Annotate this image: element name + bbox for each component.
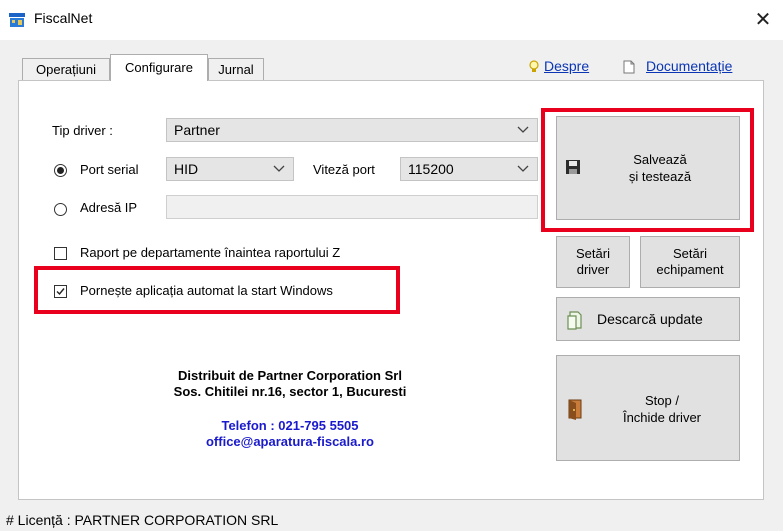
port-value: HID (174, 161, 199, 177)
tab-operatiuni[interactable]: Operațiuni (22, 58, 110, 80)
distributor-phone: Telefon : 021-795 5505 (221, 418, 359, 433)
radio-dot (57, 167, 64, 174)
tab-jurnal[interactable]: Jurnal (208, 58, 264, 80)
close-button[interactable]: ✕ (748, 6, 778, 34)
report-dept-checkbox[interactable] (54, 247, 67, 260)
distributor-name: Distribuit de Partner Corporation Srl (178, 368, 402, 383)
distributor-email: office@aparatura-fiscala.ro (205, 434, 374, 449)
driver-type-label: Tip driver : (52, 123, 113, 138)
lightbulb-icon (528, 60, 540, 74)
stop-close-driver-button[interactable]: Stop / Închide driver (556, 355, 740, 461)
save-highlight (541, 108, 754, 232)
title-bar (0, 0, 783, 40)
download-update-button[interactable]: Descarcă update (556, 297, 740, 341)
exit-door-icon (567, 398, 585, 420)
baud-label: Viteză port (313, 162, 375, 177)
tab-configurare[interactable]: Configurare (110, 54, 208, 81)
equipment-settings-line1: Setări (673, 246, 707, 261)
download-update-label: Descarcă update (597, 311, 703, 327)
port-serial-radio[interactable] (54, 164, 67, 177)
driver-type-value: Partner (174, 122, 220, 138)
baud-select[interactable]: 115200 (400, 157, 538, 181)
port-serial-label: Port serial (80, 162, 139, 177)
license-text: # Licență : PARTNER CORPORATION SRL (6, 512, 279, 528)
about-link[interactable]: Despre (544, 58, 589, 74)
distributor-address: Sos. Chitilei nr.16, sector 1, Bucuresti (173, 384, 407, 399)
stop-label: Stop / Închide driver (587, 392, 737, 426)
stop-label-line1: Stop / (645, 393, 679, 408)
driver-settings-line2: driver (576, 262, 610, 277)
chevron-down-icon (273, 158, 285, 187)
driver-settings-line1: Setări (576, 246, 610, 261)
report-dept-label: Raport pe departamente înaintea raportul… (80, 245, 341, 260)
equipment-settings-button[interactable]: Setări echipament (640, 236, 740, 288)
chevron-down-icon (517, 158, 529, 187)
baud-value: 115200 (408, 161, 454, 177)
distributor-contact: Telefon : 021-795 5505 office@aparatura-… (140, 418, 440, 450)
documentation-link[interactable]: Documentație (646, 58, 732, 74)
window-title: FiscalNet (34, 10, 93, 26)
autostart-highlight (34, 266, 400, 314)
equipment-settings-line2: echipament (656, 262, 724, 277)
status-bar: # Licență : PARTNER CORPORATION SRL (0, 508, 783, 531)
ip-address-label: Adresă IP (80, 200, 138, 215)
stop-label-line2: Închide driver (622, 410, 702, 425)
driver-settings-button[interactable]: Setări driver (556, 236, 630, 288)
update-icon (565, 310, 585, 330)
document-icon (623, 60, 635, 74)
driver-type-select[interactable]: Partner (166, 118, 538, 142)
app-icon (8, 11, 26, 29)
distributor-info: Distribuit de Partner Corporation Srl So… (140, 368, 440, 400)
chevron-down-icon (517, 119, 529, 148)
ip-address-input[interactable] (166, 195, 538, 219)
port-select[interactable]: HID (166, 157, 294, 181)
ip-address-radio[interactable] (54, 203, 67, 216)
